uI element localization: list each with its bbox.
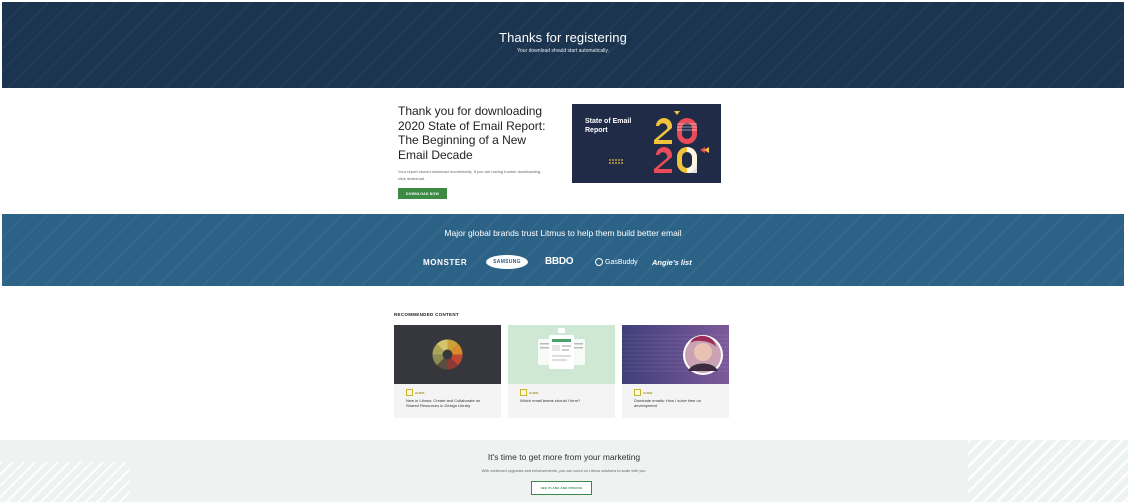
angies-list-logo: Angie's list xyxy=(652,258,692,267)
hero-title: Thanks for registering xyxy=(499,30,627,45)
report-cover-image: State of Email Report xyxy=(572,104,721,183)
hero-banner: Thanks for registering Your download sho… xyxy=(2,2,1124,88)
card-image xyxy=(622,325,729,384)
download-text: Your report should download momentarily.… xyxy=(398,169,542,181)
guide-icon xyxy=(520,389,527,396)
ui-mockup-icon xyxy=(538,328,585,369)
content-card[interactable]: GUIDE New in Litmus: Create and Collabor… xyxy=(394,325,501,418)
download-section: Thank you for downloading 2020 State of … xyxy=(0,88,1128,214)
recommended-title: RECOMMENDED CONTENT xyxy=(394,312,459,317)
card-badge: GUIDE xyxy=(520,389,539,396)
brands-title: Major global brands trust Litmus to help… xyxy=(444,228,682,238)
card-badge-label: GUIDE xyxy=(415,390,425,395)
card-title[interactable]: Which email teams should I form? xyxy=(520,398,605,403)
gasbuddy-logo: GasBuddy xyxy=(595,258,638,266)
cta-subtitle: With continued upgrades and enhancements… xyxy=(481,469,647,473)
card-badge: GUIDE xyxy=(406,389,425,396)
decorative-stripes xyxy=(0,462,130,502)
cta-section: It's time to get more from your marketin… xyxy=(0,440,1128,502)
download-title: Thank you for downloading 2020 State of … xyxy=(398,104,546,162)
recommended-section: RECOMMENDED CONTENT GUIDE New in Litmus:… xyxy=(0,286,1128,440)
card-title[interactable]: New in Litmus: Create and Collaborate on… xyxy=(406,398,491,408)
download-now-button[interactable]: DOWNLOAD NOW xyxy=(398,188,447,199)
guide-icon xyxy=(406,389,413,396)
portrait-icon xyxy=(622,334,729,375)
report-cover-art xyxy=(609,111,709,173)
see-plans-button[interactable]: SEE PLANS AND PRICING xyxy=(531,481,592,495)
content-card[interactable]: GUIDE Which email teams should I form? xyxy=(508,325,615,418)
card-badge-label: GUIDE xyxy=(529,390,539,395)
card-image xyxy=(508,325,615,384)
page: Thanks for registering Your download sho… xyxy=(0,0,1128,502)
card-image xyxy=(394,325,501,384)
content-card[interactable]: GUIDE Dominate emails: How I solve time … xyxy=(622,325,729,418)
samsung-logo: SAMSUNG xyxy=(486,255,528,269)
guide-icon xyxy=(634,389,641,396)
monster-logo: MONSTER xyxy=(423,258,468,267)
color-wheel-icon xyxy=(432,339,463,370)
gasbuddy-logo-text: GasBuddy xyxy=(605,258,638,266)
hero-subtitle: Your download should start automatically… xyxy=(517,48,609,54)
card-badge-label: GUIDE xyxy=(643,390,653,395)
card-title[interactable]: Dominate emails: How I solve time on dev… xyxy=(634,398,719,408)
card-badge: GUIDE xyxy=(634,389,653,396)
cta-title: It's time to get more from your marketin… xyxy=(487,452,641,462)
gasbuddy-circle-icon xyxy=(595,258,603,266)
brands-banner: Major global brands trust Litmus to help… xyxy=(2,214,1124,286)
bbdo-logo: BBDO xyxy=(545,256,574,267)
